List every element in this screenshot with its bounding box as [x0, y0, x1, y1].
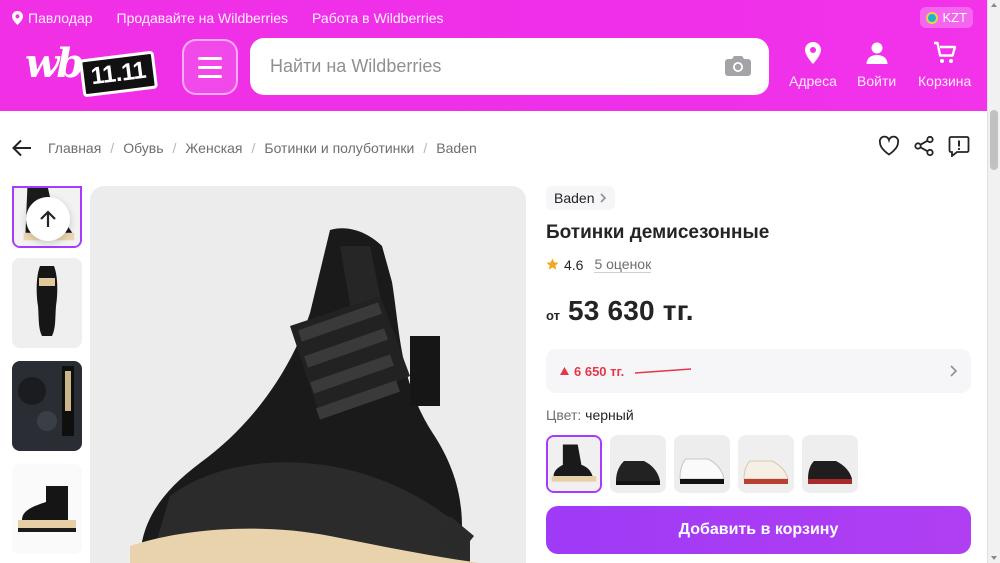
thumbnail-photo[interactable]	[12, 258, 82, 348]
scroll-down-arrow-icon[interactable]	[991, 556, 997, 560]
thumbnail-list	[12, 186, 83, 563]
breadcrumb-item[interactable]: Ботинки и полуботинки	[264, 140, 414, 156]
promo-badge: 11.11	[78, 50, 158, 98]
breadcrumb-separator: /	[251, 140, 256, 156]
kazakhstan-flag-icon	[926, 11, 939, 24]
product-title: Ботинки демисезонные	[546, 222, 770, 243]
top-bar: Павлодар Продавайте на Wildberries Работ…	[12, 7, 975, 28]
location-selector[interactable]: Павлодар	[12, 10, 93, 26]
page-scrollbar[interactable]	[987, 0, 1000, 563]
scroll-up-button[interactable]	[26, 197, 70, 241]
color-swatches	[546, 435, 971, 493]
triangle-up-icon	[560, 367, 569, 375]
camera-search-icon[interactable]	[725, 55, 751, 77]
swatch-black-red-boot	[802, 435, 858, 493]
chevron-right-icon	[950, 365, 957, 377]
add-to-cart-button[interactable]: Добавить в корзину	[546, 506, 971, 554]
color-value: черный	[585, 407, 634, 423]
share-icon[interactable]	[913, 135, 935, 157]
color-swatch[interactable]	[802, 435, 858, 493]
breadcrumb-item[interactable]: Обувь	[123, 140, 163, 156]
site-logo[interactable]: wb 11.11	[25, 40, 170, 98]
search-bar	[250, 38, 769, 95]
burger-line	[198, 56, 222, 60]
breadcrumb-item[interactable]: Baden	[436, 140, 476, 156]
jobs-link-label: Работа в Wildberries	[312, 10, 444, 26]
nav-addresses-label: Адреса	[789, 73, 837, 89]
search-input[interactable]	[270, 56, 700, 77]
main-product-photo[interactable]	[90, 186, 526, 563]
breadcrumb-separator: /	[110, 140, 115, 156]
swatch-black-low-boot	[610, 435, 666, 493]
location-pin-icon	[804, 42, 821, 64]
location-pin-icon	[12, 11, 23, 25]
product-info: Baden Ботинки демисезонные 4.6 5 оценок …	[546, 186, 971, 493]
back-arrow-icon[interactable]	[12, 139, 32, 157]
boot-closeup-photo	[12, 361, 82, 451]
nav-login-label: Войти	[857, 73, 897, 89]
menu-button[interactable]	[182, 39, 238, 95]
chevron-right-icon	[600, 193, 607, 203]
nav-cart-label: Корзина	[918, 73, 972, 89]
nav-cart[interactable]: Корзина	[918, 41, 971, 89]
heart-icon[interactable]	[878, 135, 900, 157]
breadcrumb: Главная / Обувь / Женская / Ботинки и по…	[12, 137, 477, 159]
color-swatch[interactable]	[610, 435, 666, 493]
breadcrumb-item[interactable]: Женская	[185, 140, 242, 156]
price-value: 53 630 тг.	[567, 295, 694, 326]
color-swatch[interactable]	[546, 435, 602, 493]
report-icon[interactable]	[948, 135, 970, 157]
swatch-cream-boot	[738, 435, 794, 493]
boot-photo	[12, 464, 82, 554]
burger-line	[198, 65, 222, 69]
rating-value: 4.6	[564, 256, 584, 273]
swatch-white-boot	[674, 435, 730, 493]
product-actions	[878, 135, 970, 157]
thumbnail-photo[interactable]	[12, 361, 82, 451]
nav-login[interactable]: Войти	[857, 41, 896, 89]
cart-icon	[933, 41, 956, 63]
currency-label: KZT	[942, 10, 967, 25]
reviews-link[interactable]: 5 оценок	[594, 256, 652, 273]
brand-chip[interactable]: Baden	[546, 186, 616, 210]
breadcrumb-separator: /	[172, 140, 177, 156]
boot-photo	[12, 258, 82, 348]
price-trend-line	[635, 368, 692, 374]
rating-row: 4.6 5 оценок	[546, 256, 971, 273]
breadcrumb-item[interactable]: Главная	[48, 140, 101, 156]
swatch-black-boot	[548, 437, 600, 491]
star-icon	[546, 258, 559, 270]
price-history-box[interactable]: 6 650 тг.	[546, 349, 971, 393]
boot-main-image	[90, 186, 526, 563]
brand-name: Baden	[554, 190, 595, 206]
scrollbar-thumb[interactable]	[990, 110, 998, 170]
price-change: 6 650 тг.	[560, 364, 624, 379]
currency-selector[interactable]: KZT	[920, 7, 973, 28]
price-change-value: 6 650 тг.	[574, 363, 625, 379]
sell-link[interactable]: Продавайте на Wildberries	[117, 10, 289, 26]
sell-link-label: Продавайте на Wildberries	[116, 10, 289, 26]
price-prefix: от	[546, 308, 560, 323]
thumbnail-photo[interactable]	[12, 464, 82, 554]
location-label: Павлодар	[28, 10, 93, 26]
logo-wordmark: wb	[25, 40, 84, 87]
burger-line	[198, 74, 222, 78]
color-label-key: Цвет:	[546, 407, 582, 423]
scroll-up-arrow-icon[interactable]	[991, 3, 997, 7]
site-header: Павлодар Продавайте на Wildberries Работ…	[0, 0, 987, 111]
color-label: Цвет: черный	[546, 407, 971, 423]
user-icon	[866, 42, 888, 64]
arrow-up-icon	[40, 210, 56, 227]
nav-addresses[interactable]: Адреса	[789, 41, 837, 89]
price-block: от 53 630 тг.	[546, 295, 971, 327]
color-swatch[interactable]	[738, 435, 794, 493]
color-swatch[interactable]	[674, 435, 730, 493]
breadcrumb-separator: /	[423, 140, 428, 156]
jobs-link[interactable]: Работа в Wildberries	[312, 10, 443, 26]
